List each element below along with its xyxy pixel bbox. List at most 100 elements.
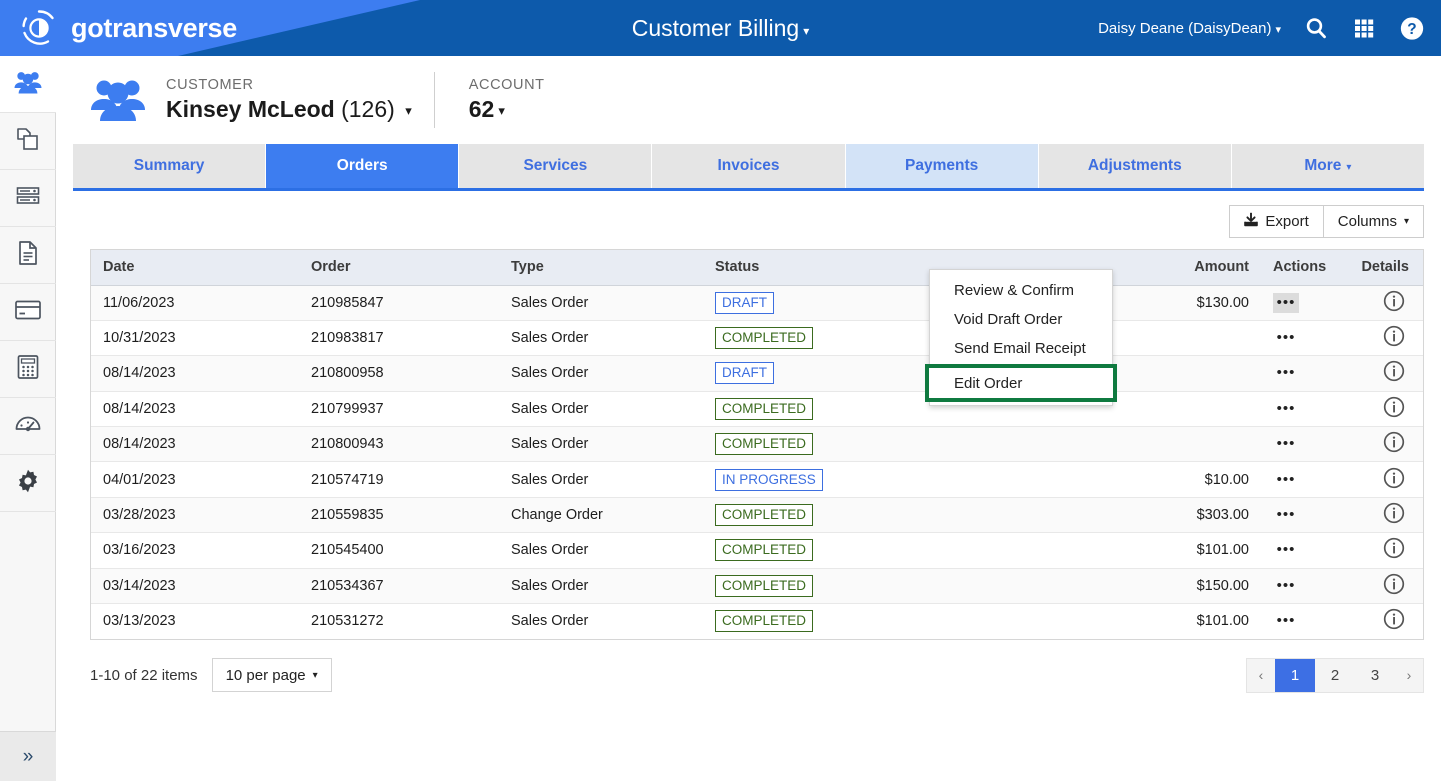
- column-header-amount[interactable]: Amount: [1101, 250, 1261, 286]
- info-circle-icon[interactable]: [1383, 360, 1405, 386]
- tab-summary[interactable]: Summary: [73, 144, 267, 188]
- columns-button[interactable]: Columns ▾: [1323, 205, 1424, 238]
- rail-item-calculator[interactable]: [0, 341, 56, 398]
- rail-item-products[interactable]: [0, 113, 56, 170]
- chevron-down-icon: ▾: [498, 103, 505, 118]
- column-header-order[interactable]: Order: [299, 250, 499, 286]
- columns-label: Columns: [1337, 213, 1397, 230]
- table-row[interactable]: 08/14/2023 210799937 Sales Order COMPLETED •…: [91, 391, 1423, 428]
- apps-grid-icon[interactable]: [1351, 15, 1377, 41]
- info-circle-icon[interactable]: [1383, 396, 1405, 422]
- info-circle-icon[interactable]: [1383, 537, 1405, 563]
- top-navigation-bar: gotransverse Customer Billing ▾ Daisy De…: [0, 0, 1441, 56]
- customer-block[interactable]: CUSTOMER Kinsey McLeod (126) ▾: [166, 77, 412, 123]
- info-circle-icon[interactable]: [1383, 502, 1405, 528]
- left-navigation-rail: »: [0, 56, 56, 781]
- cell-actions: •••: [1261, 285, 1341, 321]
- tab-orders[interactable]: Orders: [266, 144, 460, 188]
- menu-item-send-email-receipt[interactable]: Send Email Receipt: [930, 334, 1112, 363]
- chevron-double-right-icon: »: [22, 745, 34, 767]
- info-circle-icon[interactable]: [1383, 467, 1405, 493]
- ellipsis-icon[interactable]: •••: [1273, 363, 1299, 383]
- per-page-selector[interactable]: 10 per page ▾: [211, 658, 332, 693]
- pagination-page-1[interactable]: 1: [1275, 658, 1315, 692]
- cell-actions: •••: [1261, 497, 1341, 534]
- table-row[interactable]: 04/01/2023 210574719 Sales Order IN PROGRES…: [91, 461, 1423, 498]
- info-circle-icon[interactable]: [1383, 608, 1405, 634]
- tab-adjustments[interactable]: Adjustments: [1038, 144, 1232, 188]
- export-label: Export: [1265, 213, 1309, 230]
- cell-date: 11/06/2023: [91, 285, 299, 321]
- export-button[interactable]: Export: [1229, 205, 1324, 238]
- customer-id: (126): [341, 96, 395, 122]
- pagination-next[interactable]: ›: [1395, 659, 1423, 692]
- table-row[interactable]: 08/14/2023 210800943 Sales Order COMPLETED •…: [91, 426, 1423, 463]
- ellipsis-icon[interactable]: •••: [1273, 576, 1299, 596]
- status-badge: COMPLETED: [715, 397, 814, 420]
- info-circle-icon[interactable]: [1383, 431, 1405, 457]
- menu-item-void-draft-order[interactable]: Void Draft Order: [930, 305, 1112, 334]
- tab-label: Adjustments: [1087, 157, 1182, 174]
- brand-logo-area[interactable]: gotransverse: [18, 7, 237, 49]
- cell-date: 08/14/2023: [91, 426, 299, 463]
- info-circle-icon[interactable]: [1383, 325, 1405, 351]
- help-circle-icon[interactable]: ?: [1399, 15, 1425, 41]
- tab-payments[interactable]: Payments: [845, 144, 1039, 188]
- info-circle-icon[interactable]: [1383, 573, 1405, 599]
- tab-more[interactable]: More ▾: [1231, 144, 1424, 188]
- column-header-date[interactable]: Date: [91, 250, 299, 286]
- status-badge: IN PROGRESS: [715, 468, 823, 491]
- rail-item-payments[interactable]: [0, 284, 56, 341]
- account-block[interactable]: ACCOUNT 62 ▾: [469, 77, 545, 123]
- pagination-page-3[interactable]: 3: [1355, 659, 1395, 692]
- chevron-down-icon: ▾: [803, 24, 810, 38]
- user-menu[interactable]: Daisy Deane (DaisyDean) ▾: [1098, 20, 1281, 37]
- pagination-prev[interactable]: ‹: [1247, 659, 1275, 692]
- pagination-page-2[interactable]: 2: [1315, 659, 1355, 692]
- rail-expand-button[interactable]: »: [0, 731, 56, 781]
- tab-services[interactable]: Services: [459, 144, 653, 188]
- rail-item-customers[interactable]: [0, 56, 56, 113]
- rail-item-settings[interactable]: [0, 455, 56, 512]
- context-header: CUSTOMER Kinsey McLeod (126) ▾ ACCOUNT 6…: [57, 56, 1441, 144]
- menu-item-review-confirm[interactable]: Review & Confirm: [930, 276, 1112, 305]
- cell-details: [1341, 568, 1423, 605]
- rail-item-plans[interactable]: [0, 170, 56, 227]
- ellipsis-icon[interactable]: •••: [1273, 540, 1299, 560]
- cell-type: Sales Order: [499, 355, 703, 392]
- table-row[interactable]: 03/28/2023 210559835 Change Order COMPLETED…: [91, 497, 1423, 534]
- menu-item-edit-order[interactable]: Edit Order: [925, 364, 1117, 402]
- column-header-type[interactable]: Type: [499, 250, 703, 286]
- table-row[interactable]: 03/13/2023 210531272 Sales Order COMPLETED $…: [91, 603, 1423, 639]
- ellipsis-icon[interactable]: •••: [1273, 434, 1299, 454]
- table-row[interactable]: 08/14/2023 210800958 Sales Order DRAFT •••: [91, 355, 1423, 392]
- ellipsis-icon[interactable]: •••: [1273, 292, 1299, 313]
- table-row[interactable]: 03/16/2023 210545400 Sales Order COMPLETED $…: [91, 532, 1423, 569]
- cell-type: Sales Order: [499, 391, 703, 428]
- table-row[interactable]: 10/31/2023 210983817 Sales Order COMPLETED •…: [91, 320, 1423, 357]
- cell-date: 03/13/2023: [103, 613, 176, 630]
- ellipsis-icon[interactable]: •••: [1273, 328, 1299, 348]
- rail-item-dashboard[interactable]: [0, 398, 56, 455]
- search-icon[interactable]: [1303, 15, 1329, 41]
- cell-amount: [1101, 391, 1261, 428]
- rail-item-invoices[interactable]: [0, 227, 56, 284]
- ellipsis-icon[interactable]: •••: [1273, 611, 1299, 631]
- table-row[interactable]: 03/14/2023 210534367 Sales Order COMPLETED $…: [91, 568, 1423, 605]
- ellipsis-icon[interactable]: •••: [1273, 470, 1299, 490]
- app-root: gotransverse Customer Billing ▾ Daisy De…: [0, 0, 1441, 781]
- info-circle-icon[interactable]: [1383, 290, 1405, 316]
- payments-card-icon: [14, 299, 42, 326]
- status-badge: DRAFT: [715, 362, 774, 385]
- calculator-icon: [16, 354, 40, 385]
- ellipsis-icon[interactable]: •••: [1273, 399, 1299, 419]
- tab-invoices[interactable]: Invoices: [652, 144, 846, 188]
- tab-label: Orders: [336, 157, 388, 174]
- settings-gear-icon: [15, 468, 41, 499]
- table-row[interactable]: 11/06/2023 210985847 Sales Order DRAFT $130.…: [91, 285, 1423, 321]
- cell-details: [1341, 532, 1423, 569]
- cell-amount: $10.00: [1101, 461, 1261, 498]
- cell-type: Sales Order: [499, 426, 703, 463]
- item-count-label: 1-10 of 22 items: [90, 666, 198, 684]
- ellipsis-icon[interactable]: •••: [1273, 505, 1299, 525]
